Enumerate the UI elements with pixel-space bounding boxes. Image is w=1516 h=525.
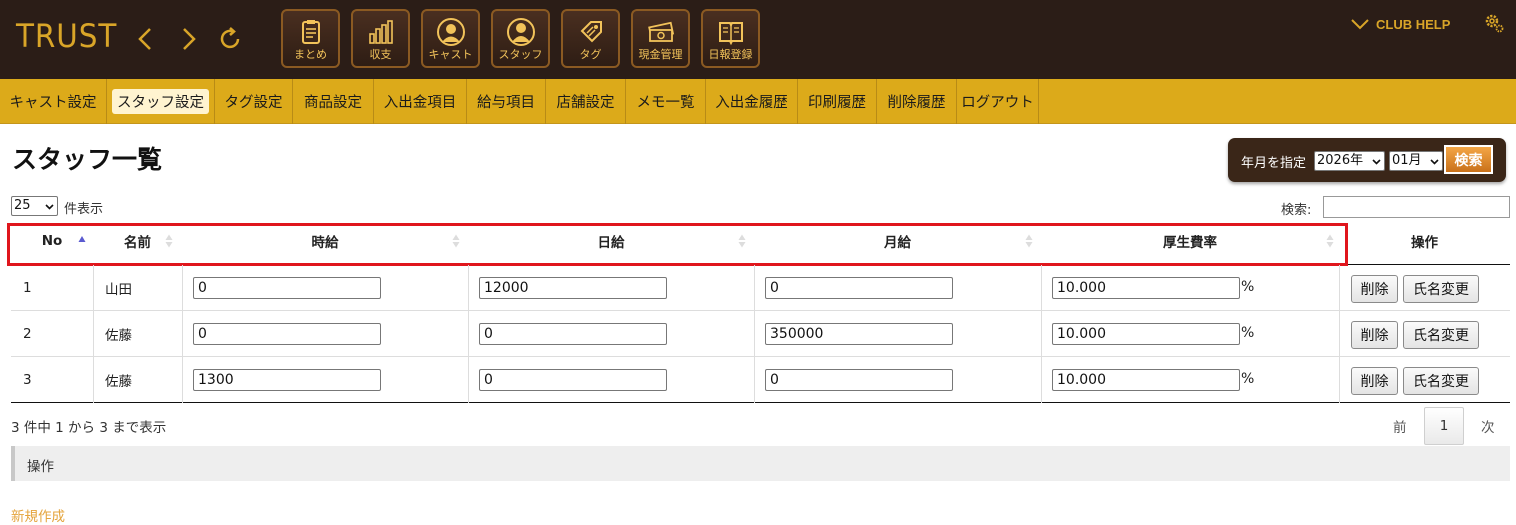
menu-staff-settings[interactable]: スタッフ設定 bbox=[107, 79, 215, 124]
nav-summary-button[interactable]: まとめ bbox=[281, 9, 340, 68]
back-arrow-icon[interactable] bbox=[131, 22, 161, 56]
percent-sign: % bbox=[1241, 371, 1255, 387]
nav-tag-label: タグ bbox=[579, 48, 602, 61]
gear-icon[interactable] bbox=[1483, 12, 1505, 34]
page-title: スタッフ一覧 bbox=[12, 145, 163, 174]
cash-icon bbox=[633, 15, 688, 49]
nav-balance-button[interactable]: 収支 bbox=[351, 9, 410, 68]
menu-print-history[interactable]: 印刷履歴 bbox=[798, 79, 877, 124]
daily-input[interactable]: 12000 bbox=[479, 277, 667, 299]
menu-store-settings[interactable]: 店舗設定 bbox=[546, 79, 626, 124]
delete-button[interactable]: 削除 bbox=[1351, 367, 1398, 395]
staff-person-icon bbox=[493, 15, 548, 49]
menu-tag-settings[interactable]: タグ設定 bbox=[215, 79, 293, 124]
month-filter-label: 年月を指定 bbox=[1241, 156, 1307, 171]
table-info: 3 件中 1 から 3 まで表示 bbox=[11, 420, 167, 436]
nav-cash-button[interactable]: 現金管理 bbox=[631, 9, 690, 68]
nav-balance-label: 収支 bbox=[369, 48, 392, 61]
row-name: 山田 bbox=[105, 282, 132, 298]
nav-tag-button[interactable]: タグ bbox=[561, 9, 620, 68]
percent-sign: % bbox=[1241, 279, 1255, 295]
monthly-input[interactable]: 0 bbox=[765, 277, 953, 299]
welfare-rate-input[interactable]: 10.000 bbox=[1052, 323, 1240, 345]
table-row: 2 佐藤 0 0 350000 10.000 % 削除 氏名変更 bbox=[11, 311, 1510, 357]
column-header-actions: 操作 bbox=[1411, 235, 1438, 251]
new-create-link[interactable]: 新規作成 bbox=[11, 505, 65, 525]
forward-arrow-icon[interactable] bbox=[173, 22, 203, 56]
delete-button[interactable]: 削除 bbox=[1351, 321, 1398, 349]
hourly-input[interactable]: 0 bbox=[193, 323, 381, 345]
operations-label: 操作 bbox=[27, 459, 54, 475]
highlight-frame bbox=[7, 223, 1348, 266]
month-select[interactable]: 01月 bbox=[1389, 151, 1443, 171]
row-name: 佐藤 bbox=[105, 328, 132, 344]
table-search-label: 検索: bbox=[1281, 203, 1312, 218]
menu-cashflow-items[interactable]: 入出金項目 bbox=[374, 79, 467, 124]
row-name: 佐藤 bbox=[105, 374, 132, 390]
menu-delete-history[interactable]: 削除履歴 bbox=[877, 79, 957, 124]
table-row: 3 佐藤 1300 0 0 10.000 % 削除 氏名変更 bbox=[11, 357, 1510, 403]
cast-person-icon bbox=[423, 15, 478, 49]
nav-daily-report-button[interactable]: 日報登録 bbox=[701, 9, 760, 68]
pagination-prev[interactable]: 前 bbox=[1393, 416, 1407, 436]
welfare-rate-input[interactable]: 10.000 bbox=[1052, 369, 1240, 391]
chevron-down-icon bbox=[45, 204, 54, 210]
rename-button[interactable]: 氏名変更 bbox=[1403, 321, 1479, 349]
reload-icon[interactable] bbox=[216, 22, 246, 56]
daily-input[interactable]: 0 bbox=[479, 323, 667, 345]
chevron-down-icon bbox=[1372, 159, 1381, 165]
book-icon bbox=[703, 15, 758, 49]
clipboard-icon bbox=[283, 15, 338, 49]
welfare-rate-input[interactable]: 10.000 bbox=[1052, 277, 1240, 299]
menu-salary-items[interactable]: 給与項目 bbox=[467, 79, 546, 124]
rename-button[interactable]: 氏名変更 bbox=[1403, 367, 1479, 395]
daily-input[interactable]: 0 bbox=[479, 369, 667, 391]
settings-menu-bar: キャスト設定 スタッフ設定 タグ設定 商品設定 入出金項目 給与項目 店舗設定 … bbox=[0, 79, 1516, 124]
nav-staff-label: スタッフ bbox=[498, 48, 543, 61]
table-row: 1 山田 0 12000 0 10.000 % 削除 氏名変更 bbox=[11, 265, 1510, 311]
hourly-input[interactable]: 1300 bbox=[193, 369, 381, 391]
menu-logout[interactable]: ログアウト bbox=[957, 79, 1039, 124]
nav-summary-label: まとめ bbox=[294, 48, 327, 61]
table-search-input[interactable] bbox=[1323, 196, 1510, 218]
page-length-suffix: 件表示 bbox=[64, 202, 104, 217]
operations-section: 操作 bbox=[11, 446, 1510, 481]
row-no: 3 bbox=[23, 372, 32, 388]
month-search-button[interactable]: 検索 bbox=[1444, 145, 1493, 174]
monthly-input[interactable]: 0 bbox=[765, 369, 953, 391]
top-header: TRUST まとめ 収支 キャスト スタッフ タグ 現金管理 日報登録 CLUB… bbox=[0, 0, 1516, 79]
delete-button[interactable]: 削除 bbox=[1351, 275, 1398, 303]
app-logo: TRUST bbox=[16, 17, 118, 55]
nav-staff-button[interactable]: スタッフ bbox=[491, 9, 550, 68]
tag-icon bbox=[563, 15, 618, 49]
menu-cashflow-history[interactable]: 入出金履歴 bbox=[706, 79, 798, 124]
row-no: 2 bbox=[23, 326, 32, 342]
club-help-label: CLUB HELP bbox=[1376, 16, 1451, 32]
hourly-input[interactable]: 0 bbox=[193, 277, 381, 299]
year-select[interactable]: 2026年 bbox=[1314, 151, 1385, 171]
pagination-page-1[interactable]: 1 bbox=[1424, 407, 1464, 445]
page-length-select[interactable]: 25 bbox=[11, 196, 58, 216]
menu-product-settings[interactable]: 商品設定 bbox=[293, 79, 374, 124]
rename-button[interactable]: 氏名変更 bbox=[1403, 275, 1479, 303]
menu-cast-settings[interactable]: キャスト設定 bbox=[0, 79, 107, 124]
chevron-down-icon bbox=[1351, 19, 1369, 30]
pagination-next[interactable]: 次 bbox=[1481, 416, 1495, 436]
nav-cast-button[interactable]: キャスト bbox=[421, 9, 480, 68]
club-help-link[interactable]: CLUB HELP bbox=[1350, 14, 1450, 34]
menu-memo-list[interactable]: メモ一覧 bbox=[626, 79, 706, 124]
nav-cast-label: キャスト bbox=[428, 48, 473, 61]
row-no: 1 bbox=[23, 280, 32, 296]
nav-cash-label: 現金管理 bbox=[638, 48, 683, 61]
chevron-down-icon bbox=[1430, 159, 1439, 165]
percent-sign: % bbox=[1241, 325, 1255, 341]
monthly-input[interactable]: 350000 bbox=[765, 323, 953, 345]
nav-daily-report-label: 日報登録 bbox=[708, 48, 753, 61]
bar-chart-icon bbox=[353, 15, 408, 49]
